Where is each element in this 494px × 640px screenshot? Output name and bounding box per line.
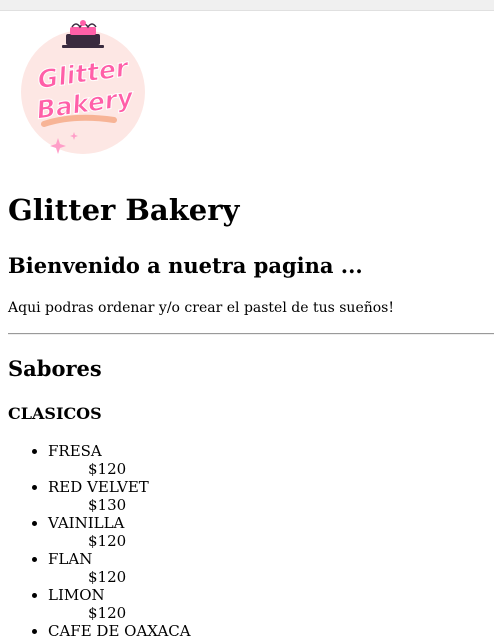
category-heading: CLASICOS xyxy=(8,404,102,423)
flavor-name: FRESA xyxy=(48,442,102,460)
divider xyxy=(8,333,494,335)
flavor-name: RED VELVET xyxy=(48,478,149,496)
flavor-price: $120 xyxy=(88,532,127,550)
flavor-name: LIMON xyxy=(48,586,105,604)
flavor-name: FLAN xyxy=(48,550,93,568)
list-item: VAINILLA$120 xyxy=(48,514,191,550)
list-item: FLAN$120 xyxy=(48,550,191,586)
intro-text: Aqui podras ordenar y/o crear el pastel … xyxy=(8,300,394,316)
page-title: Glitter Bakery xyxy=(8,193,240,227)
browser-top-strip xyxy=(0,0,494,11)
list-item: FRESA$120 xyxy=(48,442,191,478)
flavor-name: VAINILLA xyxy=(48,514,125,532)
flavor-list: FRESA$120 RED VELVET$130 VAINILLA$120 FL… xyxy=(0,442,191,640)
list-item: RED VELVET$130 xyxy=(48,478,191,514)
flavor-price: $120 xyxy=(88,604,127,622)
flavor-name: CAFE DE OAXACA xyxy=(48,622,191,640)
cake-icon xyxy=(62,20,104,48)
flavor-price: $130 xyxy=(88,496,127,514)
flavor-price: $120 xyxy=(88,460,127,478)
list-item: CAFE DE OAXACA xyxy=(48,622,191,640)
welcome-heading: Bienvenido a nuetra pagina ... xyxy=(8,253,363,278)
bakery-logo: Glitter Bakery xyxy=(21,20,145,154)
flavors-heading: Sabores xyxy=(8,356,102,381)
flavor-price: $120 xyxy=(88,568,127,586)
list-item: LIMON$120 xyxy=(48,586,191,622)
